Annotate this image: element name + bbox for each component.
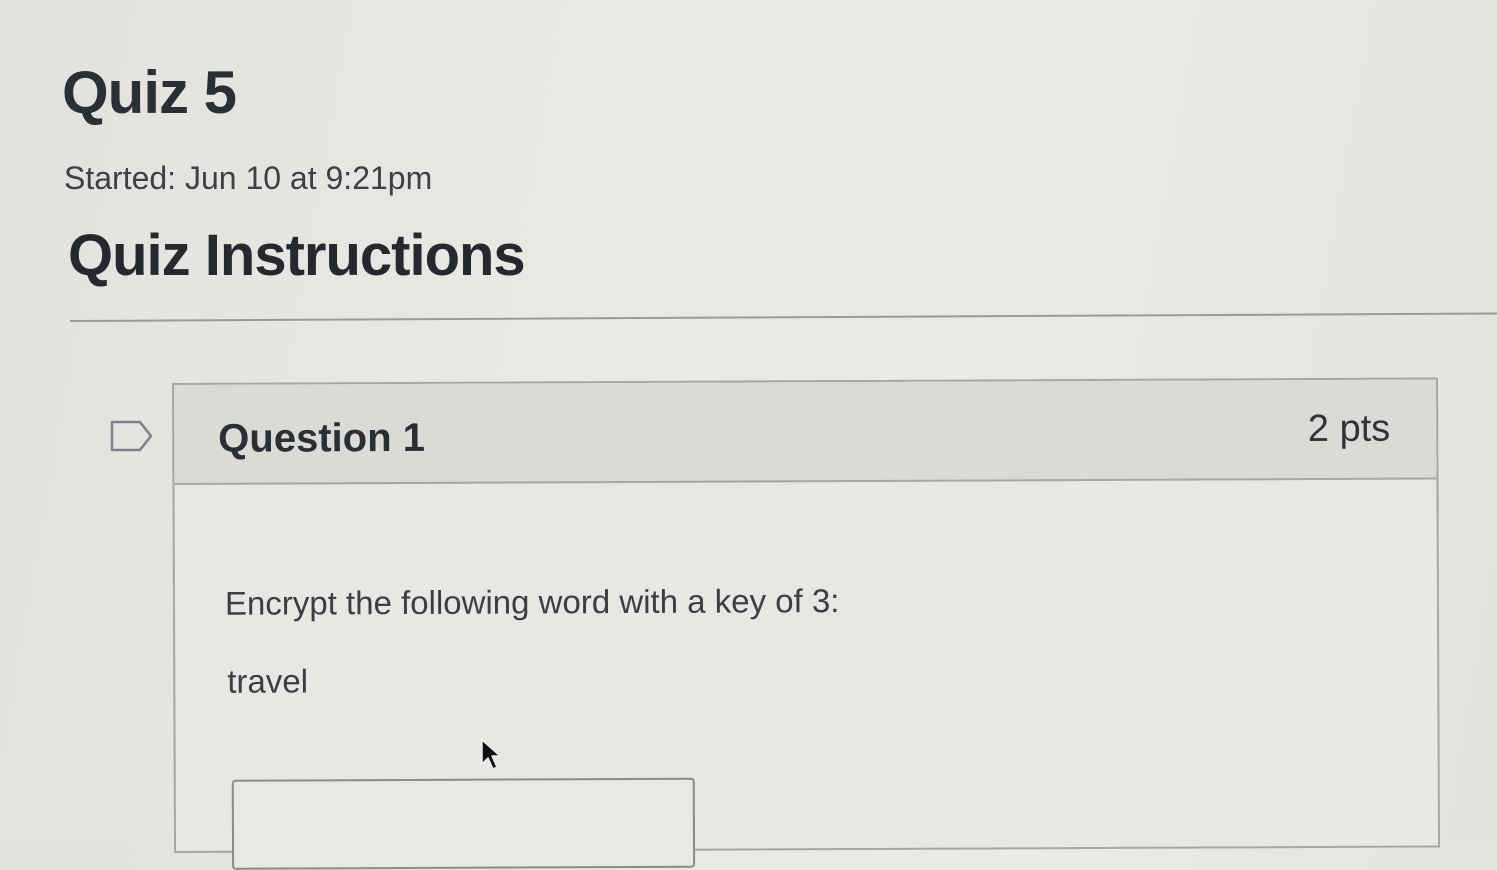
quiz-started-time: Started: Jun 10 at 9:21pm <box>64 160 433 196</box>
section-divider <box>69 312 1497 322</box>
flag-question-icon[interactable] <box>110 420 154 452</box>
question-header: Question 1 2 pts <box>174 379 1437 485</box>
page-title: Quiz 5 <box>62 59 237 126</box>
answer-input[interactable] <box>231 777 696 870</box>
mouse-pointer-icon <box>481 739 501 770</box>
question-word: travel <box>227 662 309 700</box>
question-number: Question 1 <box>218 415 426 461</box>
question-card: Question 1 2 pts Encrypt the following w… <box>172 377 1441 870</box>
question-prompt: Encrypt the following word with a key of… <box>224 582 840 622</box>
quiz-instructions-heading: Quiz Instructions <box>68 223 526 288</box>
question-points: 2 pts <box>1307 407 1391 451</box>
